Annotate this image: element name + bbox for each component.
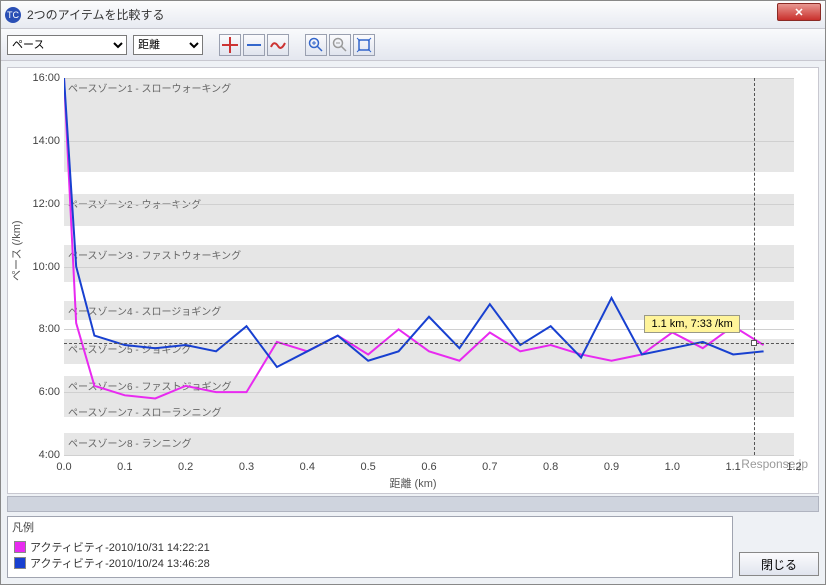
x-tick: 0.8 xyxy=(543,461,558,473)
yaxis-select[interactable]: ペース xyxy=(7,35,127,55)
x-tick: 0.9 xyxy=(604,461,619,473)
x-tick: 0.6 xyxy=(421,461,436,473)
x-tick: 0.2 xyxy=(178,461,193,473)
horizontal-line-icon[interactable] xyxy=(243,34,265,56)
zoom-out-icon[interactable] xyxy=(329,34,351,56)
close-button[interactable]: 閉じる xyxy=(739,552,819,576)
legend-title: 凡例 xyxy=(8,517,732,537)
compare-window: TC 2つのアイテムを比較する ✕ ペース 距離 ペース (/km) ペースゾー… xyxy=(0,0,826,585)
chart-area[interactable]: ペース (/km) ペースゾーン1 - スローウォーキングペースゾーン2 - ウ… xyxy=(7,67,819,494)
bottom-panel: 凡例 アクティビティ-2010/10/31 14:22:21アクティビティ-20… xyxy=(1,512,825,584)
zoom-group xyxy=(305,34,375,56)
x-tick: 0.7 xyxy=(482,461,497,473)
y-tick: 14:00 xyxy=(8,135,60,147)
tooltip: 1.1 km, 7:33 /km xyxy=(644,315,739,333)
legend-item: アクティビティ-2010/10/24 13:46:28 xyxy=(14,555,726,571)
crosshair-vertical xyxy=(754,78,755,455)
toolbar: ペース 距離 xyxy=(1,29,825,61)
window-close-button[interactable]: ✕ xyxy=(777,3,821,21)
x-tick: 1.2 xyxy=(786,461,801,473)
y-tick: 8:00 xyxy=(8,323,60,335)
app-icon: TC xyxy=(5,7,21,23)
legend-items: アクティビティ-2010/10/31 14:22:21アクティビティ-2010/… xyxy=(8,537,732,577)
gridline-h xyxy=(64,455,794,456)
horizontal-scrollbar[interactable] xyxy=(7,496,819,512)
x-tick: 0.3 xyxy=(239,461,254,473)
x-tick: 1.0 xyxy=(665,461,680,473)
legend-swatch xyxy=(14,557,26,569)
y-tick: 16:00 xyxy=(8,72,60,84)
legend-label: アクティビティ-2010/10/31 14:22:21 xyxy=(30,539,210,555)
chart-mode-group xyxy=(219,34,289,56)
legend-label: アクティビティ-2010/10/24 13:46:28 xyxy=(30,555,210,571)
close-icon: ✕ xyxy=(794,6,803,19)
window-title: 2つのアイテムを比較する xyxy=(27,6,164,23)
x-tick: 0.0 xyxy=(56,461,71,473)
series-svg xyxy=(64,78,794,455)
x-tick: 0.4 xyxy=(300,461,315,473)
crosshair-horizontal xyxy=(64,343,794,344)
x-axis-label: 距離 (km) xyxy=(389,475,436,491)
wave-icon[interactable] xyxy=(267,34,289,56)
zoom-in-icon[interactable] xyxy=(305,34,327,56)
plot-region[interactable]: ペースゾーン1 - スローウォーキングペースゾーン2 - ウォーキングペースゾー… xyxy=(64,78,794,455)
x-tick: 0.1 xyxy=(117,461,132,473)
y-tick: 4:00 xyxy=(8,449,60,461)
crosshair-icon[interactable] xyxy=(219,34,241,56)
x-tick: 0.5 xyxy=(361,461,376,473)
legend-swatch xyxy=(14,541,26,553)
close-button-wrap: 閉じる xyxy=(739,552,819,576)
cursor-marker xyxy=(751,340,757,346)
legend: 凡例 アクティビティ-2010/10/31 14:22:21アクティビティ-20… xyxy=(7,516,733,578)
y-tick: 6:00 xyxy=(8,386,60,398)
titlebar: TC 2つのアイテムを比較する ✕ xyxy=(1,1,825,29)
xaxis-select[interactable]: 距離 xyxy=(133,35,203,55)
zoom-fit-icon[interactable] xyxy=(353,34,375,56)
y-tick: 12:00 xyxy=(8,198,60,210)
x-tick: 1.1 xyxy=(726,461,741,473)
legend-item: アクティビティ-2010/10/31 14:22:21 xyxy=(14,539,726,555)
y-tick: 10:00 xyxy=(8,261,60,273)
